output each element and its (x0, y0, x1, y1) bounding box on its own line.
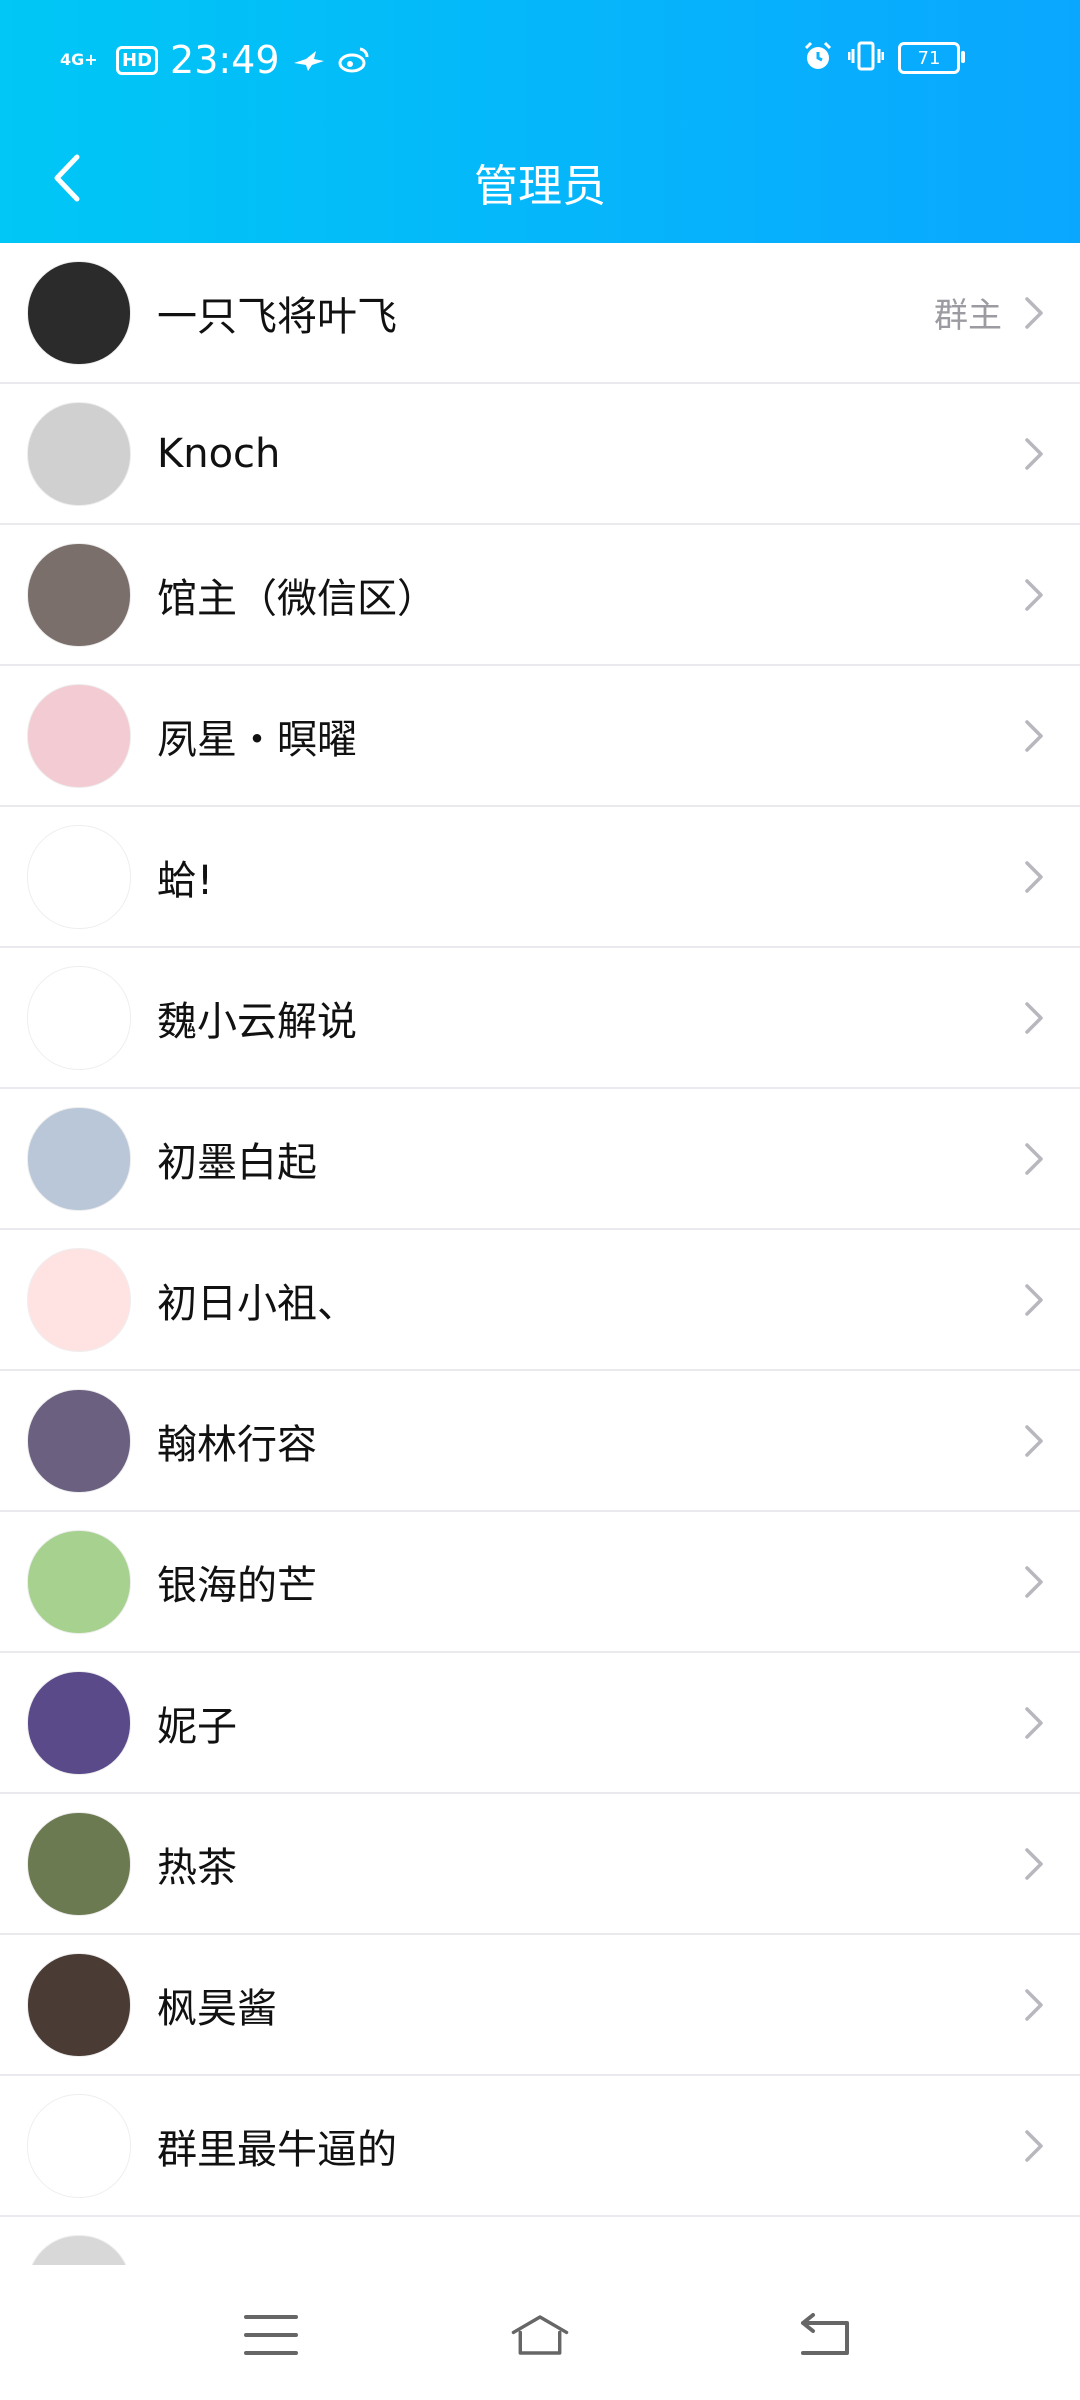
member-name: 枫昊酱 (157, 1985, 277, 2032)
battery-icon: 71 (898, 42, 965, 74)
member-name: 妮子 (157, 1703, 237, 1750)
avatar (27, 1811, 131, 1916)
avatar (27, 824, 131, 929)
chevron-right-icon (1020, 437, 1048, 470)
member-row[interactable]: 翰林行容 (0, 1371, 1080, 1512)
nav-bar: 管理员 (0, 120, 1080, 243)
alarm-icon (802, 40, 834, 76)
avatar (27, 1388, 131, 1493)
member-row[interactable]: 妮子 (0, 1653, 1080, 1794)
avatar (27, 683, 131, 788)
member-row[interactable]: 枫昊酱 (0, 1935, 1080, 2076)
chevron-right-icon (1020, 1988, 1048, 2021)
system-nav-bar (0, 2265, 1080, 2400)
return-icon[interactable] (795, 2305, 855, 2365)
member-row[interactable]: 初墨白起 (0, 1089, 1080, 1230)
avatar (27, 1529, 131, 1634)
bird-icon (292, 38, 326, 82)
member-name: 蛤! (157, 857, 214, 904)
chevron-right-icon (1020, 719, 1048, 752)
hd-icon: HD (116, 45, 159, 75)
avatar (27, 2093, 131, 2198)
member-name: 一只飞将叶飞 (157, 293, 397, 340)
status-bar: 4G+ HD 23:49 71 (0, 0, 1080, 120)
avatar (27, 1952, 131, 2057)
member-name: 热茶 (157, 1844, 237, 1891)
member-row[interactable]: 蛤! (0, 807, 1080, 948)
weibo-icon (338, 38, 370, 82)
page-title: 管理员 (474, 161, 606, 212)
menu-icon[interactable] (241, 2305, 301, 2365)
chevron-right-icon (1020, 578, 1048, 611)
chevron-right-icon (1020, 1142, 1048, 1175)
member-row[interactable]: 热茶 (0, 1794, 1080, 1935)
role-badge: 群主 (934, 296, 1002, 336)
member-name: 夙星・暝曜 (157, 716, 357, 763)
avatar (27, 260, 131, 365)
member-row[interactable]: 初日小祖、 (0, 1230, 1080, 1371)
chevron-right-icon (1020, 296, 1048, 329)
header-bar: 4G+ HD 23:49 71 管理员 (0, 0, 1080, 243)
member-name: 馆主（微信区） (157, 575, 437, 622)
member-name: 魏小云解说 (157, 998, 357, 1045)
avatar (27, 1670, 131, 1775)
member-row[interactable]: 夙星・暝曜 (0, 666, 1080, 807)
avatar (27, 965, 131, 1070)
chevron-right-icon (1020, 2129, 1048, 2162)
home-icon[interactable] (510, 2305, 570, 2365)
avatar (27, 1106, 131, 1211)
chevron-right-icon (1020, 1424, 1048, 1457)
member-row[interactable]: 群里最牛逼的 (0, 2076, 1080, 2217)
member-row[interactable]: 馆主（微信区） (0, 525, 1080, 666)
member-row[interactable]: 银海的芒 (0, 1512, 1080, 1653)
chevron-right-icon (1020, 1847, 1048, 1880)
chevron-right-icon (1020, 1283, 1048, 1316)
member-name: 银海的芒 (157, 1562, 317, 1609)
avatar (27, 542, 131, 647)
status-time: 23:49 (170, 38, 280, 82)
chevron-right-icon (1020, 1565, 1048, 1598)
member-name: 初日小祖、 (157, 1280, 357, 1327)
vibrate-icon (847, 41, 885, 75)
member-row[interactable]: 一只飞将叶飞 群主 (0, 243, 1080, 384)
avatar (27, 401, 131, 506)
chevron-right-icon (1020, 1001, 1048, 1034)
chevron-right-icon (1020, 1706, 1048, 1739)
admin-list: 一只飞将叶飞 群主 Knoch 馆主（微信区） 夙星・暝曜蛤! 魏小云解说初墨白起初日小祖… (0, 243, 1080, 2358)
avatar (27, 1247, 131, 1352)
member-name: 初墨白起 (157, 1139, 317, 1186)
member-name: 群里最牛逼的 (157, 2126, 397, 2173)
signal-icon: 4G+ (60, 50, 98, 69)
member-row[interactable]: Knoch (0, 384, 1080, 525)
member-name: Knoch (157, 430, 281, 477)
member-name: 翰林行容 (157, 1421, 317, 1468)
chevron-right-icon (1020, 860, 1048, 893)
member-row[interactable]: 魏小云解说 (0, 948, 1080, 1089)
